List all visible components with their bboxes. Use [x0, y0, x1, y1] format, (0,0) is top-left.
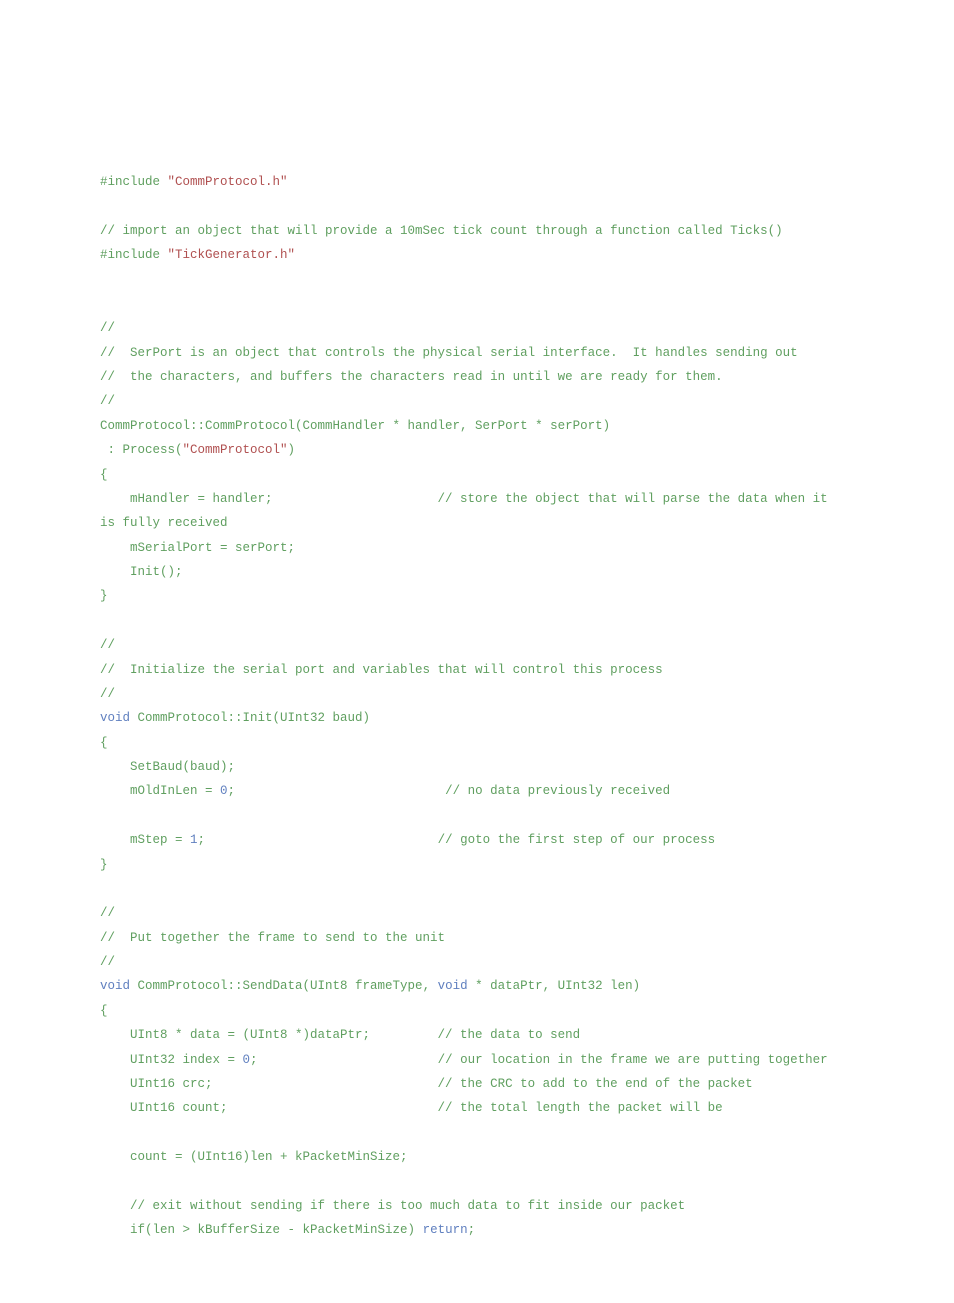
code-line: ; // goto the first step of our process [198, 833, 716, 847]
blank-line [100, 809, 108, 823]
comment-line: // [100, 955, 115, 969]
comment-line: // the characters, and buffers the chara… [100, 370, 723, 384]
code-line: UInt8 * data = (UInt8 *)dataPtr; // the … [100, 1028, 580, 1042]
comment-line: // Initialize the serial port and variab… [100, 663, 663, 677]
blank-line [100, 199, 108, 213]
code-line: if(len > kBufferSize - kPacketMinSize) [100, 1223, 423, 1237]
code-line: ; [468, 1223, 476, 1237]
code-line: mHandler = handler; // store the object … [100, 492, 835, 506]
code-line: : Process( [100, 443, 183, 457]
comment-line: // exit without sending if there is too … [100, 1199, 685, 1213]
string-literal: "TickGenerator.h" [168, 248, 296, 262]
comment-line: // [100, 687, 115, 701]
number-literal: 0 [220, 784, 228, 798]
code-line: mSerialPort = serPort; [100, 541, 295, 555]
code-line: #include [100, 175, 168, 189]
code-line: UInt16 count; // the total length the pa… [100, 1101, 723, 1115]
keyword: void [100, 979, 130, 993]
blank-line [100, 1126, 108, 1140]
code-line: ; // our location in the frame we are pu… [250, 1053, 828, 1067]
code-page: #include "CommProtocol.h" // import an o… [0, 0, 954, 1303]
comment-line: // import an object that will provide a … [100, 224, 783, 238]
brace: { [100, 468, 108, 482]
code-line: SetBaud(baud); [100, 760, 235, 774]
comment-line: // [100, 906, 115, 920]
code-line: mStep = [100, 833, 190, 847]
keyword: return [423, 1223, 468, 1237]
keyword: void [100, 711, 130, 725]
blank-line [100, 614, 108, 628]
blank-line [100, 1174, 108, 1188]
string-literal: "CommProtocol" [183, 443, 288, 457]
comment-line: // Put together the frame to send to the… [100, 931, 445, 945]
code-line: UInt32 index = [100, 1053, 243, 1067]
blank-line [100, 273, 108, 287]
number-literal: 1 [190, 833, 198, 847]
code-line: ) [288, 443, 296, 457]
code-block: #include "CommProtocol.h" // import an o… [100, 170, 859, 1243]
number-literal: 0 [243, 1053, 251, 1067]
code-line: UInt16 crc; // the CRC to add to the end… [100, 1077, 753, 1091]
comment-line: // [100, 638, 115, 652]
brace: { [100, 1004, 108, 1018]
code-line: is fully received [100, 516, 228, 530]
code-line: count = (UInt16)len + kPacketMinSize; [100, 1150, 408, 1164]
code-line: Init(); [100, 565, 183, 579]
brace: } [100, 858, 108, 872]
code-line: CommProtocol::SendData(UInt8 frameType, [130, 979, 438, 993]
code-line: ; // no data previously received [228, 784, 671, 798]
comment-line: // [100, 321, 115, 335]
comment-line: // [100, 394, 115, 408]
code-line: * dataPtr, UInt32 len) [468, 979, 641, 993]
comment-line: // SerPort is an object that controls th… [100, 346, 798, 360]
blank-line [100, 297, 108, 311]
brace: { [100, 736, 108, 750]
code-line: #include [100, 248, 168, 262]
keyword: void [438, 979, 468, 993]
blank-line [100, 882, 108, 896]
code-line: CommProtocol::CommProtocol(CommHandler *… [100, 419, 610, 433]
code-line: mOldInLen = [100, 784, 220, 798]
code-line: CommProtocol::Init(UInt32 baud) [130, 711, 370, 725]
brace: } [100, 589, 108, 603]
string-literal: "CommProtocol.h" [168, 175, 288, 189]
